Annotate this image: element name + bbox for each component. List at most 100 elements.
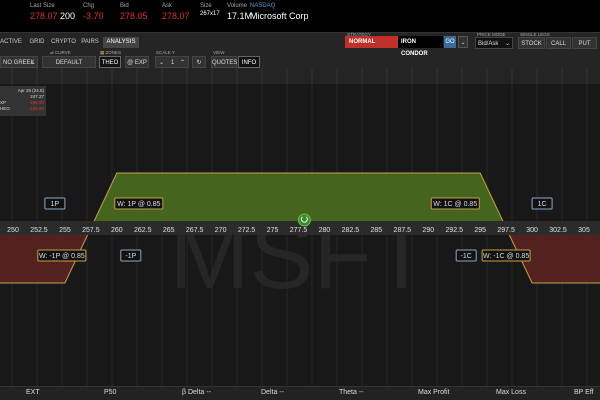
company-name: Microsoft Corp	[250, 11, 309, 21]
ask-value: 278.07	[162, 11, 190, 21]
info-date: Apr 25 (24.8)	[17, 88, 44, 93]
call-button[interactable]: CALL	[546, 37, 571, 49]
wing-1p-text: W: 1P @ 0.85	[117, 201, 161, 208]
strike-tick-label: 280	[319, 227, 331, 234]
strike-tick-label: 250	[7, 227, 19, 234]
current-price-marker[interactable]	[297, 213, 311, 227]
size-col: Size 267x17	[200, 3, 220, 17]
ask-label: Ask	[162, 3, 173, 9]
leg-neg1p-text: -1P	[125, 253, 136, 260]
chevron-down-icon: ⌄	[460, 40, 466, 46]
leg-1p: 1P	[44, 197, 66, 210]
volume-col: Volume 17.1M	[227, 3, 252, 21]
last-price: 278.07	[30, 11, 58, 21]
strike-tick-label: 262.5	[134, 227, 152, 234]
company-col: NASDAQ Microsoft Corp	[250, 3, 309, 21]
strike-tick-label: 302.5	[549, 227, 567, 234]
wing-neg1c: W: -1C @ 0.85	[481, 249, 531, 262]
toolbar: ACTIVE GRID CRYPTO PAIRS ANALYSIS STRATE…	[0, 32, 600, 78]
strike-tick-label: 265	[163, 227, 175, 234]
bp-eff-label: BP Eff	[574, 389, 594, 396]
bid-value: 278.05	[120, 11, 148, 21]
info-price: 247.27	[30, 94, 44, 99]
strike-tick-label: 297.5	[497, 227, 515, 234]
beta-delta-label: β Delta --	[182, 389, 211, 396]
max-profit-label: Max Profit	[418, 389, 450, 396]
strike-tick-label: 257.5	[82, 227, 100, 234]
strike-tick-label: 270	[215, 227, 227, 234]
price-mode-select[interactable]: Bid/Ask ⌄	[475, 37, 513, 49]
scale-stepper[interactable]: ⌄ 1 ⌃	[155, 56, 189, 68]
expiration-header-row	[0, 68, 600, 84]
expiration-header-bg	[0, 68, 600, 84]
greek-select[interactable]: NO GREEK ⌄	[0, 56, 38, 68]
strategy-name[interactable]: IRON CONDOR	[398, 36, 443, 57]
zones-icon: ▦	[100, 50, 105, 55]
info-exp: -155.90	[28, 100, 44, 105]
strike-tick-label: 290	[422, 227, 434, 234]
stock-button[interactable]: STOCK	[518, 37, 545, 49]
put-button[interactable]: PUT	[572, 37, 597, 49]
tab-analysis[interactable]: ANALYSIS	[103, 37, 139, 48]
strike-tick-label: 277.5	[290, 227, 308, 234]
chg-col: Chg -3.70	[83, 3, 104, 21]
price-marker-dot[interactable]	[297, 213, 311, 227]
strike-axis: 250 252.5 255 257.5 260 262.5 265 267.5 270 272.5…	[7, 227, 590, 234]
exchange-label: NASDAQ	[250, 3, 276, 9]
theo-button[interactable]: THEO	[99, 56, 121, 68]
leg-neg1p: -1P	[120, 249, 142, 262]
strike-tick-label: 285	[371, 227, 383, 234]
volume-value: 17.1M	[227, 11, 253, 21]
reset-icon[interactable]: ↻	[192, 56, 206, 68]
tab-active[interactable]: ACTIVE	[0, 37, 22, 48]
chevron-down-icon: ⌄	[504, 41, 510, 47]
wing-neg1c-text: W: -1C @ 0.85	[483, 253, 529, 260]
bid-label: Bid	[120, 3, 129, 9]
leg-1c-text: 1C	[538, 201, 547, 208]
size-value: 267x17	[200, 11, 220, 17]
curve-icon: ⇌	[50, 50, 54, 55]
price-mode-value: Bid/Ask	[478, 41, 499, 47]
quote-bar: Last Size 278.07 200 Chg -3.70 Bid 278.0…	[0, 0, 600, 32]
info-exp-label: XP	[0, 100, 7, 105]
strike-tick-label: 300	[526, 227, 538, 234]
quotes-button[interactable]: QUOTES	[211, 56, 237, 68]
last-size-label: Last Size	[30, 3, 55, 9]
bottom-summary-bar: EXT P50 β Delta -- Delta -- Theta -- Max…	[0, 386, 600, 400]
tab-crypto[interactable]: CRYPTO	[51, 37, 76, 48]
info-button[interactable]: INFO	[238, 56, 260, 68]
ext-label: EXT	[26, 389, 40, 396]
chevron-down-icon[interactable]: ⌄	[159, 60, 164, 66]
leg-neg1c-text: -1C	[461, 253, 472, 260]
strike-tick-label: 292.5	[445, 227, 463, 234]
info-box: Apr 25 (24.8) 247.27 XP -155.90 HEO -155…	[0, 86, 46, 116]
chg-label: Chg	[83, 3, 95, 9]
last-price-row: 278.07 200	[30, 11, 75, 21]
tab-grid[interactable]: GRID	[27, 37, 47, 48]
size-label: Size	[200, 3, 212, 9]
volume-label: Volume	[227, 3, 248, 9]
strategy-mode-button[interactable]: NORMAL	[345, 36, 398, 48]
strike-tick-label: 295	[474, 227, 486, 234]
strike-tick-label: 272.5	[238, 227, 256, 234]
leg-1p-text: 1P	[51, 201, 60, 208]
bid-col: Bid 278.05	[120, 3, 148, 21]
strike-tick-label: 282.5	[342, 227, 360, 234]
strategy-dropdown[interactable]: ⌄	[458, 36, 468, 48]
go-button[interactable]: GO	[444, 36, 456, 48]
scale-label: SCALE Y	[156, 50, 175, 55]
last-size-col: Last Size 278.07 200	[30, 3, 75, 21]
exp-button[interactable]: @ EXP	[125, 56, 149, 68]
ask-col: Ask 278.07	[162, 3, 190, 21]
info-theo: -155.90	[28, 106, 44, 111]
strike-tick-label: 260	[111, 227, 123, 234]
strike-tick-label: 287.5	[394, 227, 412, 234]
strike-tick-label: 305	[578, 227, 590, 234]
theta-label: Theta --	[339, 389, 364, 396]
max-loss-label: Max Loss	[496, 389, 526, 396]
tab-pairs[interactable]: PAIRS	[80, 37, 100, 48]
curve-select[interactable]: DEFAULT ANALYSIS	[42, 56, 96, 78]
risk-profile-chart[interactable]: MSFT 250 252.5 255 257.5 260 262.5 265 267.5 270…	[0, 68, 600, 386]
delta-label: Delta --	[261, 389, 284, 396]
strike-tick-label: 267.5	[186, 227, 204, 234]
